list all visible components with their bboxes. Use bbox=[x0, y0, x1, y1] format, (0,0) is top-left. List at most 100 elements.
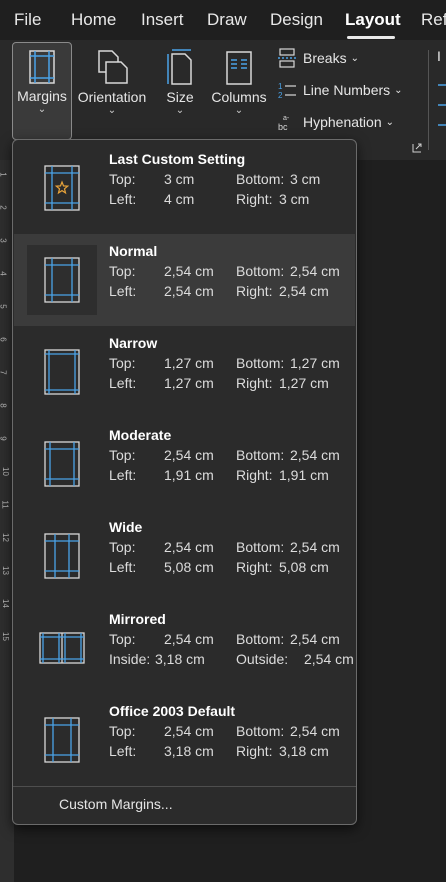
margin-row2-label: Inside: bbox=[109, 651, 151, 667]
margin-option-name: Mirrored bbox=[109, 611, 166, 627]
margin-row1-label: Top: bbox=[109, 631, 136, 647]
orientation-button[interactable]: Orientation ⌄ bbox=[74, 42, 150, 116]
margin-row2-label: Left: bbox=[109, 743, 137, 759]
size-button[interactable]: Size ⌄ bbox=[160, 42, 200, 116]
orientation-label: Orientation bbox=[77, 89, 147, 105]
margin-row2-value: 1,91 cm bbox=[164, 467, 214, 483]
margins-icon bbox=[29, 50, 55, 84]
margin-row1b-value: 2,54 cm bbox=[290, 263, 340, 279]
chevron-down-icon: ⌄ bbox=[394, 84, 403, 96]
size-label: Size bbox=[166, 89, 194, 105]
margin-page-icon bbox=[44, 717, 80, 763]
margin-option-office-2003[interactable]: Office 2003 Default Top: 2,54 cm Bottom: 2,5… bbox=[14, 694, 355, 786]
margin-page-icon bbox=[44, 441, 80, 487]
margin-option-last-custom[interactable]: Last Custom Setting Top: 3 cm Bottom: 3 cm Le… bbox=[14, 142, 355, 234]
svg-text:2: 2 bbox=[278, 91, 283, 100]
chevron-down-icon: ⌄ bbox=[175, 105, 185, 116]
margin-page-icon bbox=[39, 632, 85, 664]
margin-row1b-value: 2,54 cm bbox=[290, 539, 340, 555]
margin-row2b-label: Right: bbox=[236, 283, 273, 299]
dialog-launcher-icon[interactable] bbox=[412, 143, 422, 153]
ruler-number: 3 bbox=[0, 238, 8, 242]
tab-layout[interactable]: Layout bbox=[345, 10, 401, 30]
tab-insert[interactable]: Insert bbox=[141, 10, 184, 30]
ruler-number: 7 bbox=[0, 370, 8, 374]
margin-row1b-label: Bottom: bbox=[236, 631, 285, 647]
margin-option-normal[interactable]: Normal Top: 2,54 cm Bottom: 2,54 cm Left: 2,54… bbox=[14, 234, 355, 326]
margin-row1b-value: 3 cm bbox=[290, 171, 321, 187]
margins-label: Margins bbox=[17, 88, 67, 104]
margin-row1-value: 2,54 cm bbox=[164, 539, 214, 555]
ruler-number: 9 bbox=[0, 436, 8, 440]
tab-file[interactable]: File bbox=[14, 10, 41, 30]
margin-row2-value: 2,54 cm bbox=[164, 283, 214, 299]
margin-page-icon bbox=[44, 257, 80, 303]
margin-preview bbox=[27, 337, 97, 407]
margin-row2-label: Left: bbox=[109, 191, 137, 207]
ruler-number: 14 bbox=[0, 599, 10, 608]
margin-row2b-value: 1,27 cm bbox=[279, 375, 329, 391]
margin-option-narrow[interactable]: Narrow Top: 1,27 cm Bottom: 1,27 cm Left: 1,27… bbox=[14, 326, 355, 418]
columns-button[interactable]: Columns ⌄ bbox=[208, 42, 270, 116]
ruler-number: 4 bbox=[0, 271, 8, 275]
columns-label: Columns bbox=[211, 89, 267, 105]
margin-row2-value: 3,18 cm bbox=[155, 651, 205, 667]
hyphenation-icon: a- bc bbox=[278, 115, 290, 132]
margin-row1-label: Top: bbox=[109, 539, 136, 555]
margin-row1b-label: Bottom: bbox=[236, 355, 285, 371]
margin-row1-label: Top: bbox=[109, 447, 136, 463]
margin-row1b-label: Bottom: bbox=[236, 723, 285, 739]
tab-design[interactable]: Design bbox=[270, 10, 323, 30]
margin-option-wide[interactable]: Wide Top: 2,54 cm Bottom: 2,54 cm Left: 5,08 c… bbox=[14, 510, 355, 602]
line-numbers-label: Line Numbers bbox=[303, 82, 391, 98]
ruler-number: 10 bbox=[0, 467, 10, 476]
ruler-number: 1 bbox=[0, 172, 8, 176]
margin-option-mirrored[interactable]: Mirrored Top: 2,54 cm Bottom: 2,54 cm Inside:… bbox=[14, 602, 355, 694]
hyphenation-button[interactable]: a- bc Hyphenation ⌄ bbox=[277, 109, 394, 135]
ruler-number: 6 bbox=[0, 337, 8, 341]
margin-row2-label: Left: bbox=[109, 283, 137, 299]
margin-row2-label: Left: bbox=[109, 375, 137, 391]
margin-row2b-label: Right: bbox=[236, 743, 273, 759]
line-numbers-icon: 1 2 bbox=[278, 82, 296, 100]
custom-margins-item[interactable]: Custom Margins... bbox=[59, 796, 173, 812]
margin-row2b-label: Right: bbox=[236, 191, 273, 207]
tab-references[interactable]: Refe bbox=[421, 10, 446, 30]
margin-row2b-value: 3,18 cm bbox=[279, 743, 329, 759]
margin-row1-label: Top: bbox=[109, 723, 136, 739]
breaks-button[interactable]: Breaks ⌄ bbox=[277, 45, 359, 71]
margin-preview bbox=[27, 705, 97, 775]
margin-row2b-label: Right: bbox=[236, 375, 273, 391]
ruler-number: 12 bbox=[0, 533, 10, 542]
margin-row1-value: 2,54 cm bbox=[164, 447, 214, 463]
svg-text:bc: bc bbox=[278, 122, 288, 132]
margin-option-moderate[interactable]: Moderate Top: 2,54 cm Bottom: 2,54 cm Left: 1,… bbox=[14, 418, 355, 510]
menu-divider bbox=[13, 786, 356, 787]
tab-home[interactable]: Home bbox=[71, 10, 116, 30]
ruler-number: 2 bbox=[0, 205, 8, 209]
margin-option-name: Wide bbox=[109, 519, 143, 535]
ruler-number: 5 bbox=[0, 304, 8, 308]
margin-row1-label: Top: bbox=[109, 355, 136, 371]
margin-option-name: Last Custom Setting bbox=[109, 151, 246, 167]
orientation-icon bbox=[98, 50, 128, 84]
line-numbers-button[interactable]: 1 2 Line Numbers ⌄ bbox=[277, 77, 403, 103]
margin-row1b-label: Bottom: bbox=[236, 263, 285, 279]
margins-dropdown: Custom Margins... Last Custom Setting Top… bbox=[12, 139, 357, 825]
ruler-number: 8 bbox=[0, 403, 8, 407]
margins-button[interactable]: Margins ⌄ bbox=[12, 42, 72, 140]
margin-row1-value: 2,54 cm bbox=[164, 723, 214, 739]
tab-draw[interactable]: Draw bbox=[207, 10, 247, 30]
ribbon-divider bbox=[428, 50, 429, 150]
margin-option-name: Narrow bbox=[109, 335, 158, 351]
margin-row2-value: 1,27 cm bbox=[164, 375, 214, 391]
margin-row1-value: 1,27 cm bbox=[164, 355, 214, 371]
margin-row1b-value: 2,54 cm bbox=[290, 631, 340, 647]
chevron-down-icon: ⌄ bbox=[234, 105, 244, 116]
margin-row2b-label: Outside: bbox=[236, 651, 289, 667]
ribbon-partial-label: I bbox=[437, 48, 441, 64]
margin-row1-value: 3 cm bbox=[164, 171, 195, 187]
margin-preview bbox=[27, 245, 97, 315]
chevron-down-icon: ⌄ bbox=[37, 104, 47, 115]
svg-text:a-: a- bbox=[283, 115, 290, 122]
